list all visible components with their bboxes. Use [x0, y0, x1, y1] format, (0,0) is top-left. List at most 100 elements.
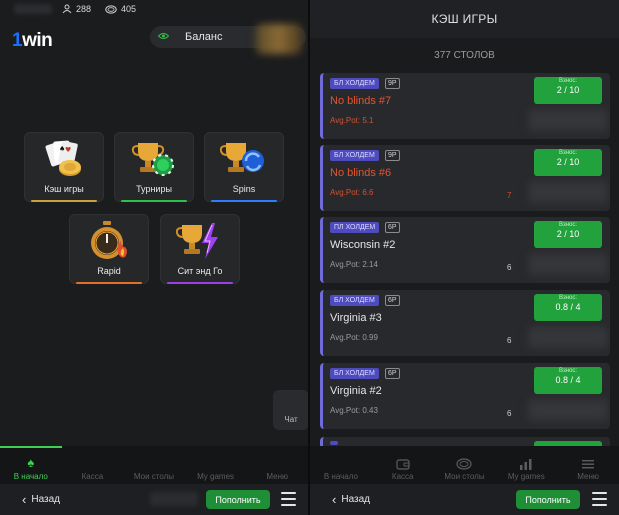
logo-number: 1	[12, 30, 23, 51]
seats-badge: 6Р	[385, 368, 400, 379]
nav-my-games[interactable]: My games	[495, 446, 557, 484]
tile-label: Кэш игры	[44, 184, 84, 194]
tile-glow	[76, 282, 142, 284]
eye-icon[interactable]	[157, 31, 170, 43]
players-count: 6	[507, 263, 512, 272]
back-label: Назад	[341, 494, 370, 505]
nav-label: Мои столы	[133, 472, 175, 481]
table-card[interactable]: БЛ ХОЛДЕМ 6Р Virginia #2 Avg.Pot: 0.43 6 Взно…	[320, 363, 610, 429]
chevron-left-icon: ‹	[332, 492, 337, 507]
buyin-label: Взнос:	[558, 222, 578, 228]
topup-label: Пополнить	[215, 494, 261, 505]
table-card[interactable]: БЛ ХОЛДЕМ 6Р Virginia #3 Avg.Pot: 0.99 6 Взно…	[320, 290, 610, 356]
avg-pot: Avg.Pot: 6.6	[330, 188, 374, 197]
avg-pot: Avg.Pot: 5.1	[330, 116, 374, 125]
online-stats: 288 405	[62, 4, 136, 14]
buyin-box[interactable]: Взнос: 2 / 10	[534, 221, 602, 248]
back-button[interactable]: ‹ Назад	[332, 492, 370, 507]
seats-badge: 9Р	[385, 150, 400, 161]
back-label: Назад	[31, 494, 60, 505]
players-count: 7	[507, 191, 512, 200]
buyin-label: Взнос:	[558, 78, 578, 84]
table-name: No blinds #6	[330, 167, 392, 179]
footer-bar: ‹ Назад Пополнить	[310, 484, 619, 515]
buyin-box[interactable]: Взнос: 2 / 10	[534, 77, 602, 104]
bottom-nav: В начало Касса Мои столы My games Меню	[310, 446, 619, 484]
chat-button[interactable]: Чат	[273, 390, 308, 430]
blurred-region	[528, 399, 608, 421]
trophy-chip-icon	[131, 143, 174, 176]
nav-label: Меню	[266, 472, 288, 481]
tile-label: Сит энд Го	[177, 266, 223, 276]
tile-sit-and-go[interactable]: Сит энд Го	[160, 214, 240, 284]
brand-logo[interactable]: 1win	[12, 30, 53, 52]
buyin-label: Взнос:	[558, 295, 578, 301]
cards-chips-icon: ♠ ♥	[45, 140, 81, 176]
nav-menu[interactable]: Меню	[557, 446, 619, 484]
game-type-badge: ПЛ ХОЛДЕМ	[330, 222, 380, 233]
blurred-username	[14, 4, 52, 14]
svg-text:♥: ♥	[65, 146, 71, 154]
table-icon	[105, 4, 117, 14]
chat-label: Чат	[284, 415, 298, 424]
topup-button[interactable]: Пополнить	[516, 490, 580, 509]
nav-my-games[interactable]: My games	[185, 446, 247, 484]
nav-cashier[interactable]: Касса	[372, 446, 434, 484]
nav-label: В начало	[323, 472, 358, 481]
buyin-box[interactable]: Взнос: 0.8 / 4	[534, 294, 602, 321]
blurred-region	[528, 326, 608, 348]
table-card[interactable]: ПЛ ХОЛДЕМ 6Р Wisconsin #2 Avg.Pot: 2.14 6 Взн…	[320, 217, 610, 283]
nav-label: Меню	[577, 472, 599, 481]
tile-tournaments[interactable]: Турниры	[114, 132, 194, 202]
players-count: 6	[507, 336, 512, 345]
nav-my-tables[interactable]: Мои столы	[434, 446, 496, 484]
nav-home[interactable]: В начало	[310, 446, 372, 484]
table-card[interactable]: БЛ ХОЛДЕМ 9Р No blinds #7 Avg.Pot: 5.1 Взнос…	[320, 73, 610, 139]
seats-badge: 6Р	[385, 222, 400, 233]
tile-glow	[31, 200, 97, 202]
nav-home[interactable]: ♠ В начало	[0, 446, 62, 484]
buyin-box[interactable]: Взнос: 0.8 / 4	[534, 367, 602, 394]
nav-menu[interactable]: Меню	[246, 446, 308, 484]
game-type-badge: БЛ ХОЛДЕМ	[330, 368, 379, 379]
tile-glow	[121, 200, 187, 202]
menu-icon[interactable]	[281, 492, 296, 506]
tile-rapid[interactable]: Rapid	[69, 214, 149, 284]
players-stat: 288	[62, 4, 91, 14]
menu-icon[interactable]	[592, 492, 607, 506]
tile-glow	[211, 200, 277, 202]
bars-icon	[520, 459, 532, 470]
buyin-label: Взнос:	[558, 368, 578, 374]
buyin-value: 0.8 / 4	[555, 375, 581, 385]
nav-my-tables[interactable]: Мои столы	[123, 446, 185, 484]
nav-label: Мои столы	[444, 472, 485, 481]
avg-pot: Avg.Pot: 0.43	[330, 406, 378, 415]
topup-button[interactable]: Пополнить	[206, 490, 270, 509]
nav-cashier[interactable]: Касса	[62, 446, 124, 484]
tile-cash-games[interactable]: ♠ ♥ Кэш игры	[24, 132, 104, 202]
balance-label: Баланс	[185, 31, 223, 43]
topup-label: Пополнить	[525, 494, 571, 505]
tables-count-label: 377 СТОЛОВ	[434, 50, 495, 61]
balance-pill[interactable]: Баланс	[150, 24, 306, 54]
page-title: КЭШ ИГРЫ	[431, 12, 498, 26]
chevron-left-icon: ‹	[22, 492, 27, 507]
table-name: Virginia #2	[330, 385, 382, 397]
buyin-box[interactable]: Взнос: 2 / 10	[534, 149, 602, 176]
buyin-label: Взнос:	[558, 150, 578, 156]
tile-spins[interactable]: Spins	[204, 132, 284, 202]
trophy-spin-icon	[220, 143, 264, 172]
back-button[interactable]: ‹ Назад	[22, 492, 60, 507]
stopwatch-flame-icon	[91, 221, 127, 259]
avg-pot: Avg.Pot: 0.99	[330, 333, 378, 342]
avg-pot: Avg.Pot: 2.14	[330, 260, 378, 269]
app-root: 288 405 1win Баланс ♠ ♥ Кэш игры Турниры…	[0, 0, 619, 515]
table-name: No blinds #7	[330, 95, 392, 107]
blurred-region	[528, 109, 608, 131]
buyin-value: 2 / 10	[556, 157, 580, 167]
user-icon	[62, 4, 72, 14]
table-card[interactable]: БЛ ХОЛДЕМ 9Р No blinds #6 Avg.Pot: 6.6 7 Взно…	[320, 145, 610, 211]
trophy-bolt-icon	[176, 223, 218, 259]
wallet-icon	[396, 459, 410, 470]
blurred-region	[528, 253, 608, 275]
